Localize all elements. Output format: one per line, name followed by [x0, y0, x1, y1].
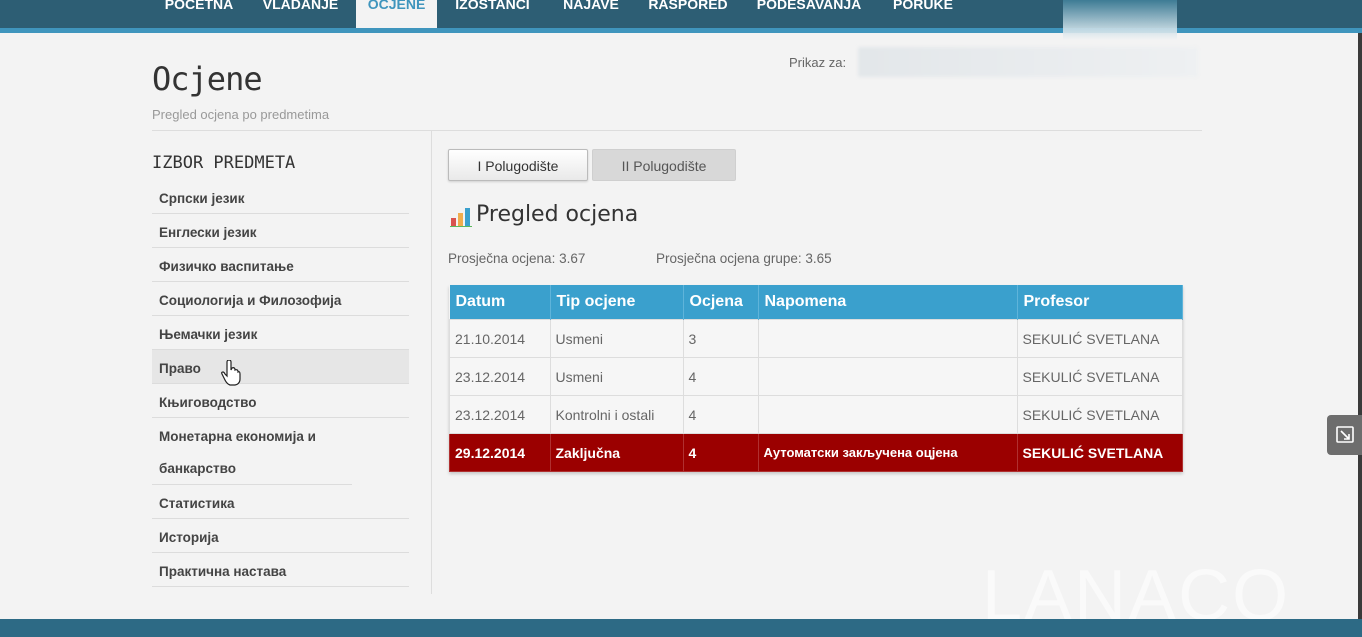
tab-first-semester[interactable]: I Polugodište: [448, 149, 588, 181]
nav-vladanje[interactable]: VLADANJE: [248, 0, 353, 28]
nav-ocjene[interactable]: OCJENE: [356, 0, 437, 28]
cell-datum: 21.10.2014: [449, 319, 551, 358]
subject-item[interactable]: Физичко васпитање: [152, 248, 409, 282]
nav-najave[interactable]: NAJAVE: [548, 0, 634, 28]
cell-profesor: SEKULIĆ SVETLANA: [1016, 319, 1183, 358]
section-title: Pregled ocjena: [476, 202, 639, 227]
cell-ocjena: 4: [682, 395, 759, 434]
column-divider: [431, 131, 432, 594]
nav-podesavanja[interactable]: PODEŠAVANJA: [742, 0, 876, 28]
tab-second-semester[interactable]: II Polugodište: [592, 149, 736, 181]
table-row: 21.10.2014 Usmeni 3 SEKULIĆ SVETLANA: [449, 319, 1183, 358]
subject-item[interactable]: Монетарна економија и банкарство: [152, 418, 352, 485]
cell-ocjena: 4: [682, 357, 759, 396]
subject-list-title: IZBOR PREDMETA: [152, 153, 296, 173]
prikaz-label: Prikaz za:: [789, 55, 847, 70]
subject-item[interactable]: Социологија и Филозофија: [152, 282, 409, 316]
footer-bar: [0, 619, 1362, 637]
column-header: Tip ocjene: [550, 285, 684, 320]
average-grade: Prosječna ocjena: 3.67: [448, 251, 586, 266]
final-grade-row: 29.12.2014 Zaključna 4 Аутоматски закључ…: [449, 433, 1183, 472]
table-row: 23.12.2014 Usmeni 4 SEKULIĆ SVETLANA: [449, 357, 1183, 396]
cell-datum: 23.12.2014: [449, 395, 551, 434]
student-select[interactable]: [858, 47, 1198, 77]
cell-datum: 29.12.2014: [449, 433, 551, 472]
bar-chart-icon: [450, 208, 472, 227]
cell-napomena: Аутоматски закључена оцјена: [757, 433, 1018, 472]
column-header: Datum: [449, 285, 551, 320]
cell-napomena: [757, 319, 1018, 358]
header-divider: [152, 130, 1202, 131]
subject-item[interactable]: Практична настава: [152, 553, 409, 587]
cell-profesor: SEKULIĆ SVETLANA: [1016, 395, 1183, 434]
subject-item[interactable]: Историја: [152, 519, 409, 553]
nav-pocetna[interactable]: POČETNA: [150, 0, 248, 28]
cell-datum: 23.12.2014: [449, 357, 551, 396]
cell-ocjena: 3: [682, 319, 759, 358]
nav-raspored[interactable]: RASPORED: [637, 0, 739, 28]
screen-capture-widget[interactable]: [1327, 415, 1362, 455]
subject-list: Српски језик Енглески језик Физичко васп…: [152, 180, 409, 587]
cell-tip: Usmeni: [549, 357, 684, 396]
cell-profesor: SEKULIĆ SVETLANA: [1016, 357, 1183, 396]
cell-napomena: [757, 395, 1018, 434]
subject-item[interactable]: Статистика: [152, 485, 409, 519]
grades-table: Datum Tip ocjene Ocjena Napomena Profeso…: [449, 285, 1183, 472]
cell-profesor: SEKULIĆ SVETLANA: [1016, 433, 1183, 472]
subject-item-selected[interactable]: Право: [152, 350, 409, 384]
window-edge: [1358, 33, 1362, 623]
group-average-grade: Prosječna ocjena grupe: 3.65: [656, 251, 832, 266]
table-header-row: Datum Tip ocjene Ocjena Napomena Profeso…: [449, 285, 1183, 320]
subject-item[interactable]: Енглески језик: [152, 214, 409, 248]
hand-cursor-icon: [221, 360, 241, 386]
cell-tip: Zaključna: [549, 433, 684, 472]
cell-ocjena: 4: [682, 433, 759, 472]
nav-izostanci[interactable]: IZOSTANCI: [440, 0, 545, 28]
page-title: Ocjene: [152, 60, 263, 98]
cell-tip: Usmeni: [549, 319, 684, 358]
nav-poruke[interactable]: PORUKE: [879, 0, 967, 28]
expand-icon: [1336, 426, 1354, 443]
table-row: 23.12.2014 Kontrolni i ostali 4 SEKULIĆ …: [449, 395, 1183, 434]
blurred-user-menu[interactable]: [1063, 0, 1177, 40]
cell-napomena: [757, 357, 1018, 396]
subject-item[interactable]: Српски језик: [152, 180, 409, 214]
column-header: Profesor: [1017, 285, 1183, 320]
column-header: Ocjena: [683, 285, 759, 320]
subject-item[interactable]: Књиговодство: [152, 384, 409, 418]
subject-item[interactable]: Њемачки језик: [152, 316, 409, 350]
page-subtitle: Pregled ocjena po predmetima: [152, 107, 330, 122]
cell-tip: Kontrolni i ostali: [549, 395, 684, 434]
column-header: Napomena: [758, 285, 1018, 320]
